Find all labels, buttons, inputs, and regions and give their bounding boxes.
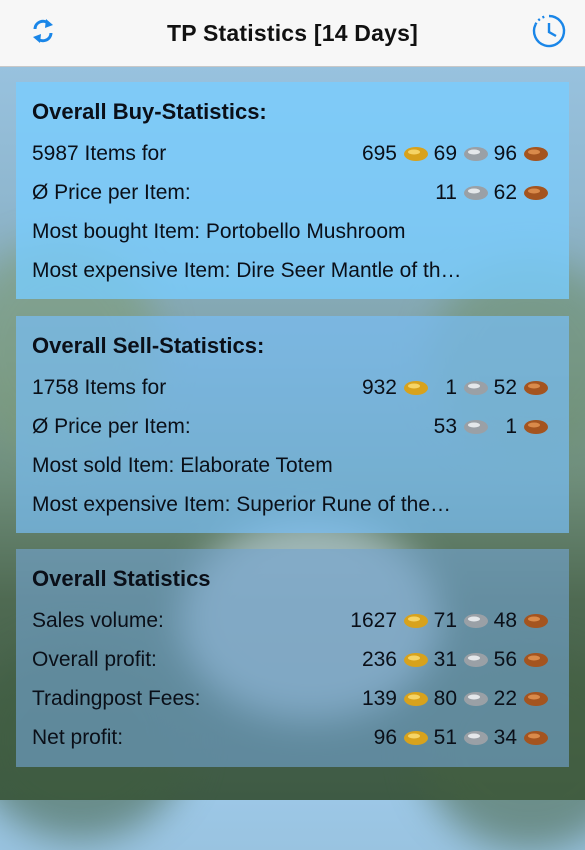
buy-items-label: 5987 Items for [32,141,167,165]
gold-amount: 236 [361,647,397,671]
overall-profit-label: Overall profit: [32,647,157,671]
silver-coin-icon [463,730,489,746]
tradingpost-fees-row: Tradingpost Fees: 139 80 22 [32,679,553,718]
copper-amount: 34 [493,725,517,749]
gold-coin-icon [403,652,429,668]
silver-coin-icon [463,380,489,396]
sell-items-label: 1758 Items for [32,375,167,399]
net-profit-price: 96 51 34 [357,726,553,750]
sales-volume-price: 1627 71 48 [350,609,553,633]
copper-coin-icon [523,730,549,746]
silver-amount: 1 [445,375,457,399]
copper-amount: 52 [493,375,517,399]
buy-avg-row: Ø Price per Item: 11 62 [32,173,553,212]
sales-volume-label: Sales volume: [32,608,164,632]
silver-amount: 53 [433,414,457,438]
sell-avg-row: Ø Price per Item: 53 1 [32,407,553,446]
overall-statistics-card: Overall Statistics Sales volume: 1627 71… [16,549,569,767]
sell-avg-label: Ø Price per Item: [32,414,191,438]
gold-coin-icon [403,613,429,629]
silver-amount: 31 [433,647,457,671]
copper-coin-icon [523,613,549,629]
clock-history-icon [530,12,568,55]
tradingpost-fees-price: 139 80 22 [357,687,553,711]
copper-amount: 1 [505,414,517,438]
navigation-bar: TP Statistics [14 Days] [0,0,585,67]
sell-statistics-title: Overall Sell-Statistics: [32,333,265,358]
gold-amount: 695 [361,141,397,165]
overall-profit-price: 236 31 56 [357,648,553,672]
overall-profit-row: Overall profit: 236 31 56 [32,640,553,679]
silver-amount: 51 [433,725,457,749]
gold-coin-icon [403,146,429,162]
silver-coin-icon [463,185,489,201]
copper-coin-icon [523,419,549,435]
silver-amount: 80 [433,686,457,710]
sell-items-row: 1758 Items for 932 1 52 [32,368,553,407]
copper-amount: 56 [493,647,517,671]
silver-coin-icon [463,146,489,162]
refresh-arrows-icon [28,16,58,51]
silver-coin-icon [463,613,489,629]
gold-amount: 96 [373,725,397,749]
refresh-button[interactable] [21,11,65,55]
silver-coin-icon [463,691,489,707]
buy-statistics-title: Overall Buy-Statistics: [32,99,267,124]
tradingpost-fees-label: Tradingpost Fees: [32,686,201,710]
gold-coin-icon [403,730,429,746]
copper-amount: 48 [493,608,517,632]
silver-coin-icon [463,419,489,435]
gold-amount: 1627 [350,608,397,632]
net-profit-row: Net profit: 96 51 34 [32,718,553,757]
most-sold-row: Most sold Item: Elaborate Totem [32,446,553,485]
copper-coin-icon [523,652,549,668]
copper-coin-icon [523,185,549,201]
most-bought-item: Most bought Item: Portobello Mushroom [32,219,406,243]
gold-amount: 139 [361,686,397,710]
buy-avg-label: Ø Price per Item: [32,180,191,204]
sell-avg-price: 53 1 [433,415,553,439]
silver-coin-icon [463,652,489,668]
sell-most-expensive-item: Most expensive Item: Superior Rune of th… [32,492,452,516]
most-sold-item: Most sold Item: Elaborate Totem [32,453,333,477]
silver-amount: 11 [435,180,457,204]
copper-amount: 22 [493,686,517,710]
sell-items-price: 932 1 52 [357,376,553,400]
gold-amount: 932 [361,375,397,399]
buy-most-expensive-row: Most expensive Item: Dire Seer Mantle of… [32,251,553,290]
silver-amount: 69 [433,141,457,165]
history-button[interactable] [527,11,571,55]
copper-coin-icon [523,380,549,396]
gold-coin-icon [403,380,429,396]
page-title: TP Statistics [14 Days] [167,19,418,46]
net-profit-label: Net profit: [32,725,124,749]
overall-statistics-title: Overall Statistics [32,566,211,591]
copper-coin-icon [523,691,549,707]
sales-volume-row: Sales volume: 1627 71 48 [32,601,553,640]
most-bought-row: Most bought Item: Portobello Mushroom [32,212,553,251]
buy-avg-price: 11 62 [433,181,553,205]
buy-items-price: 695 69 96 [357,142,553,166]
buy-statistics-card: Overall Buy-Statistics: 5987 Items for 6… [16,82,569,299]
buy-most-expensive-item: Most expensive Item: Dire Seer Mantle of… [32,258,462,282]
copper-amount: 62 [493,180,517,204]
sell-most-expensive-row: Most expensive Item: Superior Rune of th… [32,485,553,524]
gold-coin-icon [403,691,429,707]
sell-statistics-card: Overall Sell-Statistics: 1758 Items for … [16,316,569,533]
silver-amount: 71 [433,608,457,632]
buy-items-row: 5987 Items for 695 69 96 [32,134,553,173]
copper-coin-icon [523,146,549,162]
copper-amount: 96 [493,141,517,165]
